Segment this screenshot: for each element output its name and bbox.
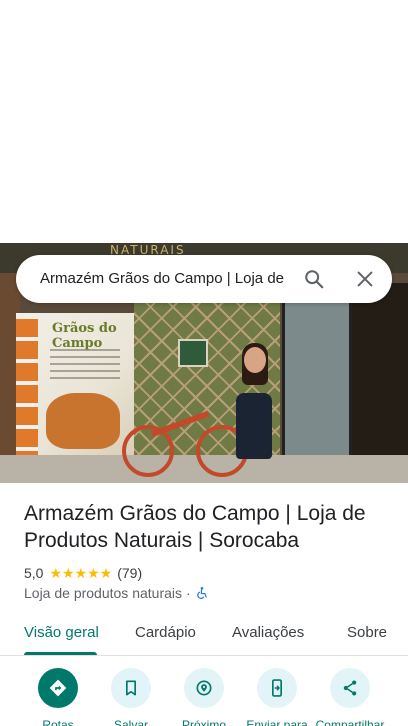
- save-label: Salvar: [113, 718, 148, 726]
- directions-button[interactable]: Rotas: [18, 668, 98, 726]
- tab-overview[interactable]: Visão geral: [24, 624, 99, 641]
- share-icon: [343, 680, 357, 696]
- separator-dot: ·: [186, 585, 191, 601]
- share-button-circle[interactable]: [330, 668, 370, 708]
- chalkboard-sign: [178, 339, 208, 367]
- place-category: Loja de produtos naturais: [24, 585, 182, 601]
- tab-menu[interactable]: Cardápio: [135, 624, 196, 641]
- save-button[interactable]: Salvar: [91, 668, 171, 726]
- directions-button-circle[interactable]: [38, 668, 78, 708]
- nearby-button-circle[interactable]: [184, 668, 224, 708]
- place-title: Armazém Grãos do Campo | Loja de Produto…: [24, 502, 366, 552]
- review-count: (79): [117, 565, 143, 581]
- send-to-phone-label: Enviar para: [246, 718, 308, 726]
- nearby-icon: [196, 680, 212, 696]
- share-label: Compartilhar: [315, 718, 385, 726]
- rating-value: 5,0: [24, 565, 44, 581]
- bicycle-wheel-back: [122, 425, 174, 477]
- poster-stripe: [16, 319, 38, 459]
- save-button-circle[interactable]: [111, 668, 151, 708]
- tab-about[interactable]: Sobre: [347, 624, 387, 641]
- search-input[interactable]: Armazém Grãos do Campo | Loja de: [40, 270, 290, 290]
- map-area[interactable]: [0, 0, 408, 243]
- search-bar[interactable]: Armazém Grãos do Campo | Loja de: [16, 255, 392, 303]
- close-icon[interactable]: [354, 268, 376, 290]
- action-row: Rotas Salvar Próximo Enviar para Compart…: [0, 668, 408, 726]
- place-sheet: Armazém Grãos do Campo | Loja de Produto…: [0, 483, 408, 726]
- poster-text-lines: [50, 345, 120, 379]
- rating-stars: ★★★★★: [49, 564, 113, 581]
- directions-icon: [49, 679, 67, 697]
- send-to-phone-button[interactable]: Enviar para: [237, 668, 317, 726]
- share-button[interactable]: Compartilhar: [310, 668, 390, 726]
- tab-reviews[interactable]: Avaliações: [232, 624, 304, 641]
- person-head: [244, 347, 266, 373]
- bookmark-icon: [126, 680, 136, 696]
- send-to-phone-button-circle[interactable]: [257, 668, 297, 708]
- nearby-label: Próximo: [181, 718, 226, 726]
- wheelchair-accessible-icon: [196, 587, 207, 599]
- send-to-phone-icon: [272, 679, 282, 697]
- active-tab-indicator: [24, 652, 97, 655]
- person-body: [236, 393, 272, 459]
- rating-row[interactable]: 5,0 ★★★★★ (79): [24, 564, 142, 582]
- store-poster: Grãos do Campo: [16, 313, 134, 461]
- search-icon[interactable]: [303, 268, 325, 290]
- directions-label: Rotas: [42, 718, 74, 726]
- store-interior: [352, 283, 408, 483]
- category-row: Loja de produtos naturais ·: [24, 584, 209, 602]
- nearby-button[interactable]: Próximo: [164, 668, 244, 726]
- tab-bar: Visão geral Cardápio Avaliações Sobre: [0, 613, 408, 656]
- poster-bowl: [46, 393, 120, 449]
